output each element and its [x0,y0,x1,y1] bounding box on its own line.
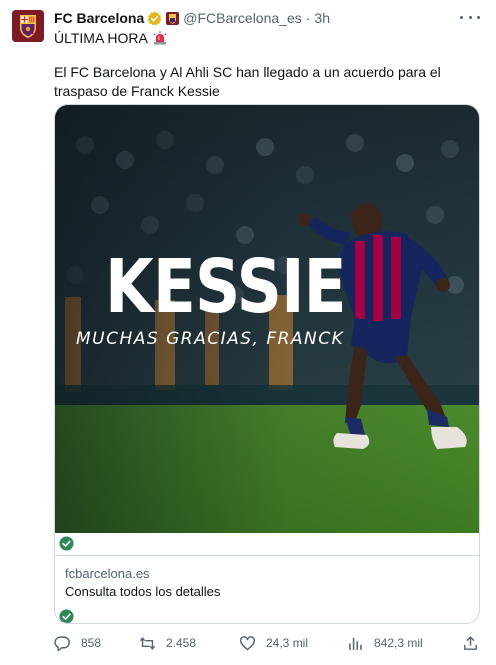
tweet[interactable]: FC Barcelona @FCBarcelona_es · 3h ÚLTIMA… [0,0,496,665]
card-image[interactable]: KESSIE MUCHAS GRACIAS, FRANCK [55,105,479,533]
tweet-headline: ÚLTIMA HORA [54,29,167,47]
avatar[interactable] [12,10,44,42]
reply-count: 858 [81,636,102,650]
like-count: 24,3 mil [266,636,309,650]
share-button[interactable] [462,633,479,653]
separator-dot: · [305,10,311,26]
more-options-button[interactable] [460,10,480,24]
card-description[interactable]: Consulta todos los detalles [65,584,220,599]
verified-badge-icon [147,10,162,26]
check-icon [59,609,74,623]
card-domain[interactable]: fcbarcelona.es [65,566,150,581]
more-icon-dot [460,15,463,19]
retweet-count: 2.458 [166,636,197,650]
tweet-actions: 858 2.458 24,3 mil 842,3 mil [54,633,480,653]
retweet-button[interactable]: 2.458 [139,633,196,653]
more-icon-dot [468,15,472,19]
reply-button[interactable]: 858 [54,633,101,653]
tweet-text: El FC Barcelona y Al Ahli SC han llegado… [54,64,441,99]
card-image-title: KESSIE [105,244,347,330]
link-card[interactable]: KESSIE MUCHAS GRACIAS, FRANCK fcbarcelon… [54,104,480,624]
retweet-icon [139,636,156,650]
check-icon [59,536,74,551]
tweet-header: FC Barcelona @FCBarcelona_es · 3h [54,8,330,28]
views-icon [349,637,362,650]
share-icon [464,635,477,650]
display-name[interactable]: FC Barcelona [54,10,144,26]
views-count: 842,3 mil [374,636,423,650]
author-handle[interactable]: @FCBarcelona_es [183,10,302,26]
tweet-time[interactable]: 3h [314,10,330,26]
views-button[interactable]: 842,3 mil [347,633,423,653]
like-icon [240,635,255,650]
card-image-subtitle: MUCHAS GRACIAS, FRANCK [76,329,345,349]
more-icon-dot [477,15,480,19]
like-button[interactable]: 24,3 mil [239,633,308,653]
siren-icon [153,31,167,45]
affiliate-badge-icon [166,11,180,25]
reply-icon [54,635,70,651]
card-divider [55,555,479,556]
fcb-crest-icon [12,10,44,42]
headline-text: ÚLTIMA HORA [54,30,148,46]
